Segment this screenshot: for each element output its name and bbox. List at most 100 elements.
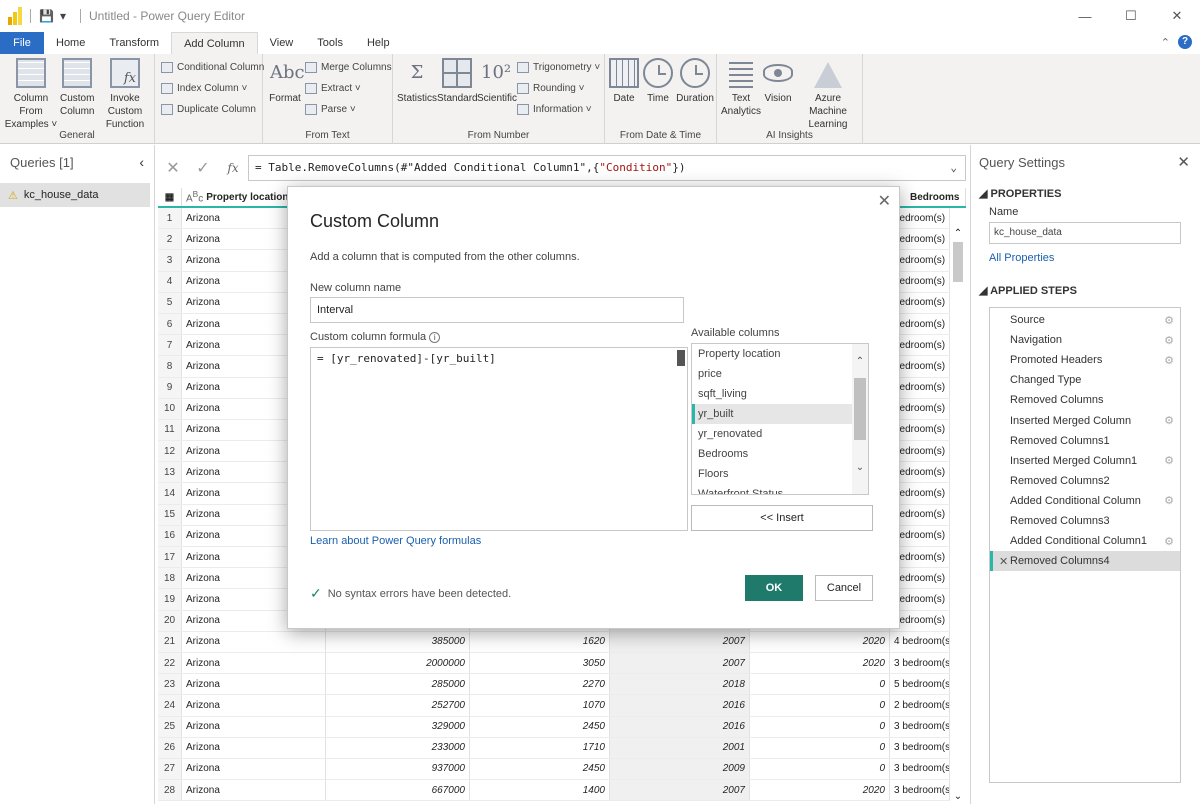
row-number[interactable]: 12: [158, 441, 182, 462]
cell-yr-built[interactable]: 2009: [610, 758, 750, 780]
cell-yr-built[interactable]: 2016: [610, 695, 750, 716]
statistics-button[interactable]: Σ Statistics: [397, 58, 437, 105]
tab-tools[interactable]: Tools: [305, 32, 355, 54]
cell-yr-built[interactable]: 2007: [610, 780, 750, 801]
save-icon[interactable]: 💾: [39, 9, 54, 23]
query-name-input[interactable]: kc_house_data: [989, 222, 1181, 244]
cell-price[interactable]: 285000: [326, 674, 470, 695]
azure-ml-button[interactable]: Azure Machine Learning: [795, 58, 861, 131]
cell-yr-renovated[interactable]: 0: [750, 716, 890, 737]
grid-scrollbar[interactable]: ⌃ ⌄: [950, 228, 966, 804]
standard-button[interactable]: Standard: [437, 58, 478, 105]
available-column-item[interactable]: yr_renovated: [692, 424, 868, 444]
row-number[interactable]: 24: [158, 695, 182, 716]
row-number[interactable]: 19: [158, 589, 182, 610]
row-number[interactable]: 9: [158, 377, 182, 398]
new-column-name-input[interactable]: Interval: [310, 297, 684, 323]
cell-yr-renovated[interactable]: 2020: [750, 652, 890, 674]
available-column-item[interactable]: Bedrooms: [692, 444, 868, 464]
row-number[interactable]: 28: [158, 780, 182, 801]
applied-step[interactable]: Navigation ⚙: [990, 330, 1180, 350]
applied-step[interactable]: Removed Columns: [990, 390, 1180, 410]
tab-transform[interactable]: Transform: [97, 32, 171, 54]
date-button[interactable]: Date: [607, 58, 641, 105]
step-settings-gear-icon[interactable]: ⚙: [1164, 535, 1174, 548]
available-column-item[interactable]: Waterfront Status: [692, 484, 868, 494]
row-number[interactable]: 10: [158, 398, 182, 419]
cell-price[interactable]: 937000: [326, 758, 470, 780]
cell-bedrooms[interactable]: 5 bedroom(s): [890, 674, 950, 695]
close-window-button[interactable]: ✕: [1154, 0, 1200, 32]
time-button[interactable]: Time: [641, 58, 675, 105]
conditional-column-button[interactable]: Conditional Column: [161, 62, 264, 73]
query-item[interactable]: ⚠ kc_house_data: [0, 183, 150, 207]
table-menu-icon[interactable]: ▦: [158, 188, 182, 206]
merge-columns-button[interactable]: Merge Columns: [305, 62, 392, 73]
learn-formulas-link[interactable]: Learn about Power Query formulas: [310, 535, 481, 547]
information-button[interactable]: Information ˅: [517, 104, 592, 115]
applied-step[interactable]: Inserted Merged Column1 ⚙: [990, 451, 1180, 471]
help-icon[interactable]: ?: [1178, 35, 1192, 49]
cell-yr-renovated[interactable]: 2020: [750, 780, 890, 801]
cell-yr-built[interactable]: 2016: [610, 716, 750, 737]
applied-step[interactable]: Changed Type: [990, 370, 1180, 390]
row-number[interactable]: 15: [158, 504, 182, 525]
row-number[interactable]: 3: [158, 250, 182, 271]
tab-home[interactable]: Home: [44, 32, 97, 54]
cell-property-location[interactable]: Arizona: [182, 652, 326, 674]
row-number[interactable]: 16: [158, 525, 182, 546]
available-scroll-thumb[interactable]: [854, 378, 866, 440]
applied-step[interactable]: Added Conditional Column ⚙: [990, 491, 1180, 511]
row-number[interactable]: 2: [158, 229, 182, 250]
rounding-button[interactable]: Rounding ˅: [517, 83, 584, 94]
custom-formula-input[interactable]: = [yr_renovated]-[yr_built]: [310, 347, 688, 531]
cell-yr-renovated[interactable]: 0: [750, 758, 890, 780]
duplicate-column-button[interactable]: Duplicate Column: [161, 104, 256, 115]
row-number[interactable]: 11: [158, 419, 182, 441]
step-settings-gear-icon[interactable]: ⚙: [1164, 334, 1174, 347]
ok-button[interactable]: OK: [745, 575, 803, 601]
expand-formula-icon[interactable]: ⌄: [950, 156, 957, 180]
cell-property-location[interactable]: Arizona: [182, 631, 326, 652]
row-number[interactable]: 14: [158, 483, 182, 504]
cell-yr-renovated[interactable]: 0: [750, 695, 890, 716]
cell-price[interactable]: 329000: [326, 716, 470, 737]
fx-icon[interactable]: fx: [218, 161, 248, 175]
row-number[interactable]: 13: [158, 462, 182, 483]
cancel-button[interactable]: Cancel: [815, 575, 873, 601]
column-header-bedrooms[interactable]: Bedrooms: [906, 188, 966, 206]
cell-property-location[interactable]: Arizona: [182, 780, 326, 801]
cell-property-location[interactable]: Arizona: [182, 758, 326, 780]
row-number[interactable]: 25: [158, 716, 182, 737]
cell-sqft-living[interactable]: 1400: [470, 780, 610, 801]
minimize-button[interactable]: —: [1062, 0, 1108, 32]
row-number[interactable]: 21: [158, 631, 182, 652]
info-icon[interactable]: i: [429, 332, 441, 343]
custom-column-button[interactable]: Custom Column: [60, 58, 94, 118]
collapse-ribbon-icon[interactable]: ⌃: [1161, 36, 1170, 49]
vision-button[interactable]: Vision: [761, 58, 795, 105]
duration-button[interactable]: Duration: [675, 58, 715, 105]
delete-step-icon[interactable]: ✕: [999, 555, 1008, 568]
step-settings-gear-icon[interactable]: ⚙: [1164, 414, 1174, 427]
step-settings-gear-icon[interactable]: ⚙: [1164, 354, 1174, 367]
cell-bedrooms[interactable]: 3 bedroom(s): [890, 758, 950, 780]
cell-sqft-living[interactable]: 2270: [470, 674, 610, 695]
column-from-examples-button[interactable]: Column From Examples ˅: [2, 58, 60, 131]
cell-yr-renovated[interactable]: 0: [750, 674, 890, 695]
formula-input[interactable]: = Table.RemoveColumns(#"Added Conditiona…: [248, 155, 966, 181]
applied-step[interactable]: Promoted Headers ⚙: [990, 350, 1180, 370]
cell-bedrooms[interactable]: 3 bedroom(s): [890, 780, 950, 801]
grid-scroll-thumb[interactable]: [953, 242, 963, 282]
available-column-item[interactable]: sqft_living: [692, 384, 868, 404]
index-column-button[interactable]: Index Column ˅: [161, 83, 247, 94]
collapse-queries-icon[interactable]: ‹: [139, 154, 144, 170]
scroll-down-icon[interactable]: ⌄: [852, 462, 868, 473]
row-number[interactable]: 26: [158, 737, 182, 758]
parse-button[interactable]: Parse ˅: [305, 104, 356, 115]
row-number[interactable]: 18: [158, 568, 182, 589]
cell-sqft-living[interactable]: 1070: [470, 695, 610, 716]
cell-yr-built[interactable]: 2007: [610, 652, 750, 674]
available-column-item[interactable]: yr_built: [692, 404, 868, 424]
cell-sqft-living[interactable]: 1620: [470, 631, 610, 652]
